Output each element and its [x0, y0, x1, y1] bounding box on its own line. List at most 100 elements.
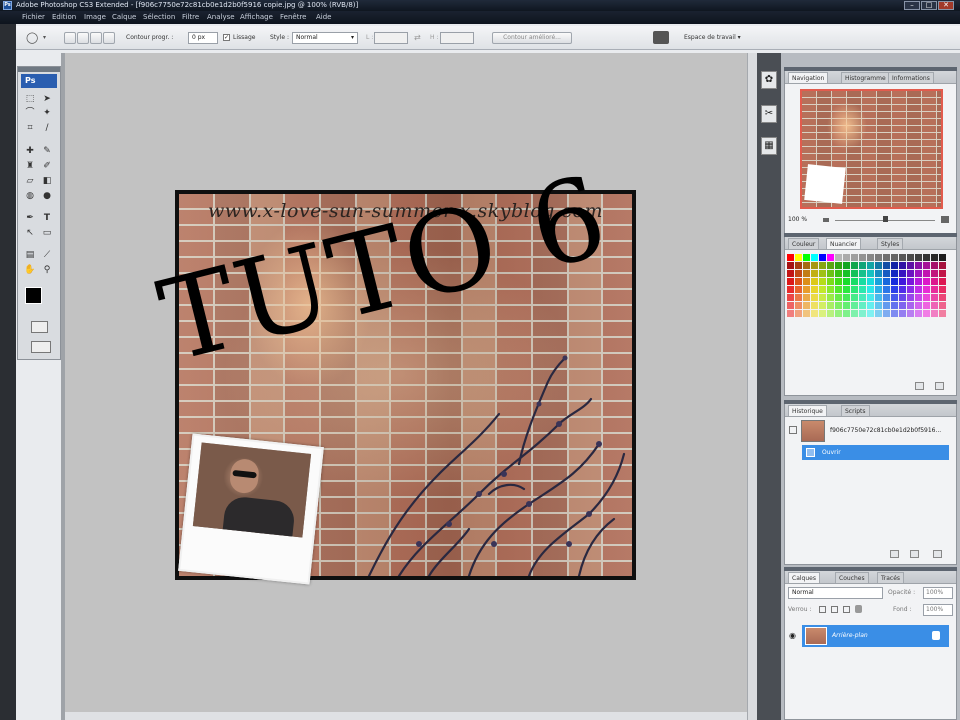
color-swatch[interactable] [803, 310, 810, 317]
color-swatch[interactable] [939, 286, 946, 293]
color-swatch[interactable] [939, 262, 946, 269]
color-swatch[interactable] [843, 262, 850, 269]
opacity-input[interactable]: 100% [923, 587, 953, 599]
type-icon[interactable]: T [40, 212, 54, 225]
hand-icon[interactable]: ✋ [23, 264, 37, 277]
color-swatch[interactable] [931, 254, 938, 261]
color-swatch[interactable] [931, 286, 938, 293]
swatch-grid[interactable] [787, 254, 947, 317]
color-swatch[interactable] [859, 278, 866, 285]
color-swatch[interactable] [851, 254, 858, 261]
history-state-row[interactable]: Ouvrir [802, 445, 949, 460]
color-swatch[interactable] [899, 302, 906, 309]
tab-couches[interactable]: Couches [835, 572, 869, 583]
new-selection-icon[interactable] [64, 32, 76, 44]
eye-icon[interactable]: ◉ [789, 631, 796, 640]
add-selection-icon[interactable] [77, 32, 89, 44]
color-swatch[interactable] [883, 286, 890, 293]
tab-informations[interactable]: Informations [888, 72, 934, 83]
color-swatch[interactable] [827, 254, 834, 261]
color-swatch[interactable] [811, 294, 818, 301]
color-swatch[interactable] [915, 278, 922, 285]
color-swatch[interactable] [843, 294, 850, 301]
path-select-icon[interactable]: ↖ [23, 227, 37, 240]
color-swatch[interactable] [795, 286, 802, 293]
new-swatch-icon[interactable] [915, 382, 924, 390]
color-swatch[interactable] [859, 286, 866, 293]
color-swatch[interactable] [835, 270, 842, 277]
marquee-icon[interactable]: ⬚ [23, 93, 37, 106]
color-swatch[interactable] [819, 278, 826, 285]
history-source-icon[interactable] [789, 426, 797, 434]
new-snapshot-icon[interactable] [910, 550, 919, 558]
color-swatch[interactable] [795, 310, 802, 317]
color-swatch[interactable] [899, 286, 906, 293]
fill-input[interactable]: 100% [923, 604, 953, 616]
layer-row-background[interactable]: Arrière-plan [802, 625, 949, 647]
quick-mask-icon[interactable] [31, 321, 48, 333]
screen-mode-icon[interactable] [31, 341, 51, 353]
color-swatch[interactable] [851, 262, 858, 269]
color-swatch[interactable] [907, 286, 914, 293]
color-swatch[interactable] [811, 310, 818, 317]
magic-wand-icon[interactable]: ✦ [40, 107, 54, 120]
color-swatch[interactable] [851, 278, 858, 285]
tab-traces[interactable]: Tracés [877, 572, 905, 583]
delete-swatch-icon[interactable] [935, 382, 944, 390]
color-swatch[interactable] [915, 310, 922, 317]
eyedropper-icon[interactable]: ⟋ [40, 249, 54, 262]
chevron-down-icon[interactable]: ▾ [43, 34, 46, 41]
color-swatch[interactable] [851, 310, 858, 317]
subtract-selection-icon[interactable] [90, 32, 102, 44]
color-swatch[interactable] [811, 286, 818, 293]
color-swatch[interactable] [819, 302, 826, 309]
contour-input[interactable]: 0 px [188, 32, 218, 44]
close-button[interactable]: ✕ [938, 1, 954, 10]
color-swatch[interactable] [795, 254, 802, 261]
color-swatch[interactable] [835, 294, 842, 301]
color-swatch[interactable] [899, 262, 906, 269]
color-swatch[interactable] [827, 270, 834, 277]
color-swatch[interactable] [875, 254, 882, 261]
color-swatch[interactable] [811, 302, 818, 309]
tab-nuancier[interactable]: Nuancier [826, 238, 861, 249]
color-swatch[interactable] [883, 310, 890, 317]
menu-fenetre[interactable]: Fenêtre [280, 13, 306, 21]
color-swatch[interactable] [795, 278, 802, 285]
slice-icon[interactable]: ∕ [40, 122, 54, 135]
color-swatch[interactable] [923, 286, 930, 293]
color-swatch[interactable] [851, 302, 858, 309]
color-swatch[interactable] [803, 270, 810, 277]
color-swatch[interactable] [803, 302, 810, 309]
zoom-in-icon[interactable] [941, 216, 949, 223]
height-input[interactable] [440, 32, 474, 44]
history-snapshot-name[interactable]: f906c7750e72c81cb0e1d2b0f5916... [830, 427, 941, 434]
color-swatch[interactable] [883, 302, 890, 309]
menu-selection[interactable]: Sélection [143, 13, 175, 21]
brush-panel-icon[interactable]: ✿ [761, 71, 777, 89]
color-swatch[interactable] [819, 310, 826, 317]
color-swatch[interactable] [819, 262, 826, 269]
color-swatch[interactable] [907, 254, 914, 261]
menu-affichage[interactable]: Affichage [240, 13, 273, 21]
color-swatch[interactable] [939, 294, 946, 301]
color-swatch[interactable] [923, 270, 930, 277]
history-brush-icon[interactable]: ✐ [40, 160, 54, 173]
color-swatch[interactable] [787, 254, 794, 261]
color-swatch[interactable] [787, 270, 794, 277]
pen-icon[interactable]: ✒ [23, 212, 37, 225]
color-swatch[interactable] [931, 270, 938, 277]
color-swatch[interactable] [859, 310, 866, 317]
tab-calques[interactable]: Calques [788, 572, 820, 583]
style-select[interactable]: Normal [292, 32, 358, 44]
color-swatch[interactable] [875, 278, 882, 285]
color-swatch[interactable] [803, 254, 810, 261]
color-swatch[interactable] [939, 310, 946, 317]
color-swatch[interactable] [819, 286, 826, 293]
menu-calque[interactable]: Calque [112, 13, 136, 21]
color-swatch[interactable] [883, 262, 890, 269]
color-swatch[interactable] [787, 262, 794, 269]
menu-filtre[interactable]: Filtre [182, 13, 199, 21]
color-swatch[interactable] [915, 302, 922, 309]
color-swatch[interactable] [931, 262, 938, 269]
